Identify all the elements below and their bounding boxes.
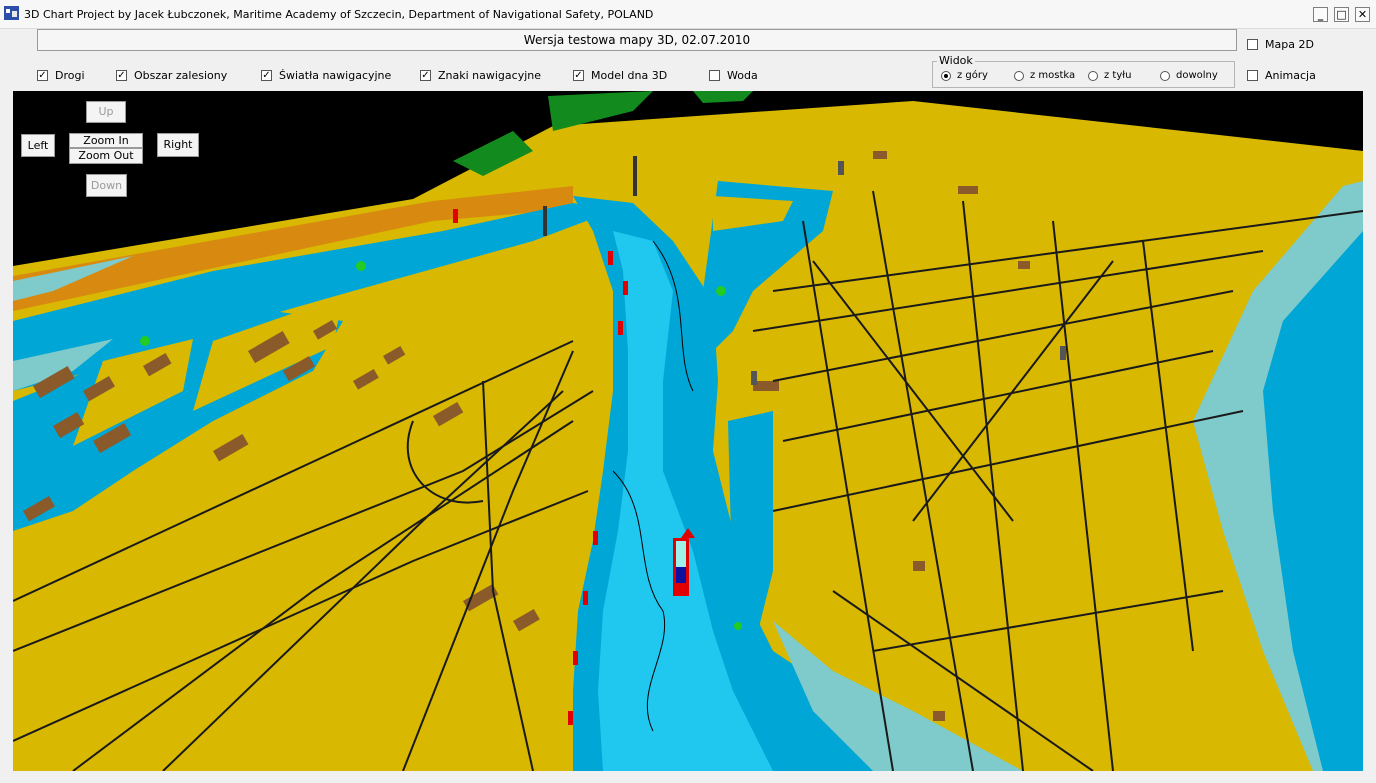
radio-dot[interactable] (1088, 70, 1098, 81)
checkbox-box[interactable]: ✓ (420, 70, 431, 81)
layer-forest-checkbox[interactable]: ✓ Obszar zalesiony (116, 69, 227, 82)
view-group-legend: Widok (937, 54, 975, 67)
radio-label: z góry (957, 70, 988, 81)
layer-seabed-3d-checkbox[interactable]: ✓ Model dna 3D (573, 69, 667, 82)
layer-label: Drogi (55, 69, 85, 82)
forest-3 (693, 91, 753, 103)
layer-label: Woda (727, 69, 758, 82)
nav-up-button[interactable]: Up (86, 101, 126, 123)
chart-3d-scene (13, 91, 1363, 771)
layer-label: Znaki nawigacyjne (438, 69, 542, 82)
chart-3d-viewport[interactable]: Up Left Zoom In Zoom Out Right Down (13, 91, 1363, 771)
window-title: 3D Chart Project by Jacek Łubczonek, Mar… (24, 8, 654, 21)
nav-right-button[interactable]: Right (157, 133, 199, 157)
version-banner: Wersja testowa mapy 3D, 02.07.2010 (37, 29, 1237, 51)
map-2d-checkbox[interactable]: Mapa 2D (1247, 38, 1314, 51)
view-bridge-radio[interactable]: z mostka (1014, 70, 1075, 81)
checkbox-box[interactable]: ✓ (37, 70, 48, 81)
radio-dot[interactable] (1014, 70, 1024, 81)
animation-checkbox[interactable]: Animacja (1247, 69, 1316, 82)
nav-down-button[interactable]: Down (86, 174, 127, 197)
radio-dot[interactable] (941, 70, 951, 81)
minimize-button[interactable]: _ (1313, 7, 1328, 22)
app-icon (4, 6, 19, 20)
view-top-radio[interactable]: z góry (941, 70, 988, 81)
title-bar: 3D Chart Project by Jacek Łubczonek, Mar… (0, 0, 1376, 29)
radio-dot[interactable] (1160, 70, 1170, 81)
layer-nav-signs-checkbox[interactable]: ✓ Znaki nawigacyjne (420, 69, 541, 82)
checkbox-box[interactable] (709, 70, 720, 81)
maximize-button[interactable]: □ (1334, 7, 1349, 22)
checkbox-box[interactable]: ✓ (261, 70, 272, 81)
radio-label: dowolny (1176, 70, 1218, 81)
layer-roads-checkbox[interactable]: ✓ Drogi (37, 69, 85, 82)
checkbox-box[interactable]: ✓ (573, 70, 584, 81)
close-button[interactable]: ✕ (1355, 7, 1370, 22)
checkbox-label: Mapa 2D (1265, 38, 1314, 51)
layer-label: Światła nawigacyjne (279, 69, 392, 82)
checkbox-box[interactable]: ✓ (116, 70, 127, 81)
radio-label: z mostka (1030, 70, 1076, 81)
layer-nav-lights-checkbox[interactable]: ✓ Światła nawigacyjne (261, 69, 391, 82)
zoom-in-button[interactable]: Zoom In (69, 133, 143, 148)
layer-water-checkbox[interactable]: Woda (709, 69, 758, 82)
radio-label: z tyłu (1104, 70, 1132, 81)
checkbox-box[interactable] (1247, 70, 1258, 81)
layer-label: Obszar zalesiony (134, 69, 228, 82)
checkbox-box[interactable] (1247, 39, 1258, 50)
layer-label: Model dna 3D (591, 69, 668, 82)
nav-left-button[interactable]: Left (21, 134, 55, 157)
checkbox-label: Animacja (1265, 69, 1316, 82)
view-back-radio[interactable]: z tyłu (1088, 70, 1131, 81)
view-free-radio[interactable]: dowolny (1160, 70, 1218, 81)
zoom-out-button[interactable]: Zoom Out (69, 148, 143, 164)
